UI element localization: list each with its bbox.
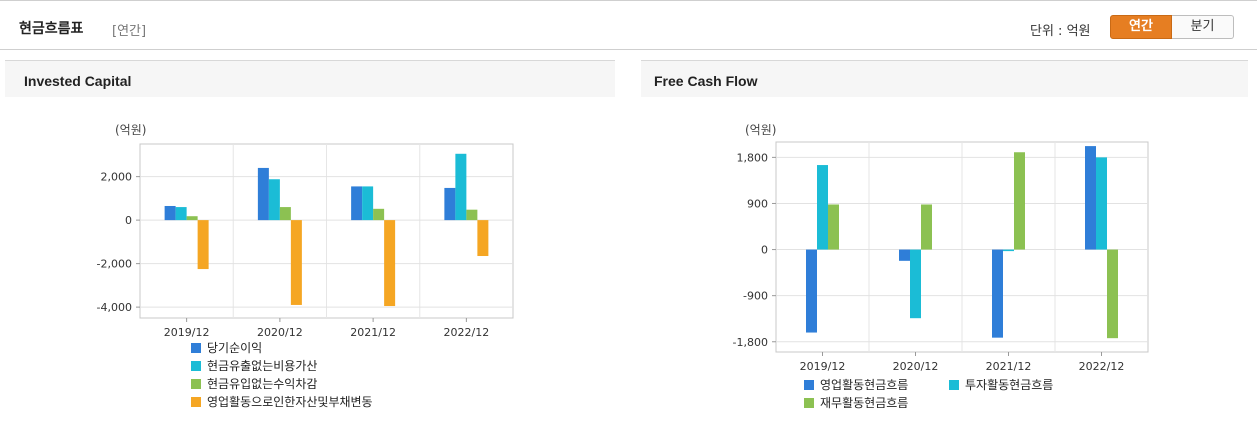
period-label: [연간] xyxy=(112,24,147,39)
y-tick-label: 1,800 xyxy=(737,151,769,164)
bar xyxy=(164,205,176,221)
bar xyxy=(362,186,374,221)
legend-label: 영업활동으로인한자산및부채변동 xyxy=(207,395,373,409)
x-tick-label: 2022/12 xyxy=(1079,360,1125,373)
bar xyxy=(817,165,828,250)
bar xyxy=(444,187,456,221)
x-tick-label: 2021/12 xyxy=(350,326,396,339)
y-tick-label: 0 xyxy=(125,214,132,227)
bar xyxy=(1014,152,1025,250)
bar xyxy=(290,220,302,305)
bar xyxy=(992,249,1003,338)
bar xyxy=(455,153,467,221)
bar xyxy=(910,249,921,319)
y-axis-unit: (억원) xyxy=(115,123,146,137)
x-tick-label: 2019/12 xyxy=(164,326,210,339)
legend-swatch xyxy=(804,398,814,408)
y-tick-label: -2,000 xyxy=(97,258,132,271)
legend-label: 영업활동현금흐름 xyxy=(820,378,908,392)
y-tick-label: -4,000 xyxy=(97,301,132,314)
invested-capital-chart: 2,000 0 -2,000 -4,000 (억원) 2019/12 2020/12 2021… xyxy=(97,123,514,409)
quarter-toggle-button[interactable]: 분기 xyxy=(1172,15,1234,39)
bar xyxy=(921,204,932,250)
free-cash-flow-panel: Free Cash Flow 1,800 900 0 -900 -1,800 (억원) 20… xyxy=(641,60,1248,427)
legend-swatch xyxy=(191,397,201,407)
legend-label: 현금유출없는비용가산 xyxy=(207,359,317,373)
x-tick-label: 2022/12 xyxy=(444,326,490,339)
legend-swatch xyxy=(949,380,959,390)
bar xyxy=(186,216,198,221)
legend-label: 재무활동현금흐름 xyxy=(820,396,908,410)
y-tick-label: 0 xyxy=(761,244,768,257)
bar xyxy=(175,207,187,221)
free-cash-flow-chart: 1,800 900 0 -900 -1,800 (억원) 2019/12 2020/12 202… xyxy=(733,123,1149,410)
bar xyxy=(279,207,291,221)
annual-toggle-button[interactable]: 연간 xyxy=(1110,15,1172,39)
bar xyxy=(373,208,385,221)
bar xyxy=(1107,249,1118,339)
legend-swatch xyxy=(191,361,201,371)
page-header: 현금흐름표 [연간] 단위 : 억원 연간 분기 xyxy=(0,0,1257,50)
y-tick-label: -1,800 xyxy=(733,336,768,349)
bar xyxy=(1096,157,1107,250)
y-tick-label: 900 xyxy=(747,197,768,210)
bar xyxy=(197,220,209,270)
bar xyxy=(1003,249,1014,252)
unit-label: 단위 : 억원 xyxy=(1030,24,1091,39)
bar xyxy=(466,209,478,221)
legend-swatch xyxy=(191,343,201,353)
legend-label: 투자활동현금흐름 xyxy=(965,378,1053,392)
y-tick-label: -900 xyxy=(743,290,768,303)
x-tick-label: 2020/12 xyxy=(893,360,939,373)
bar xyxy=(384,220,396,307)
bar xyxy=(899,249,910,261)
bar xyxy=(806,249,817,333)
legend-swatch xyxy=(191,379,201,389)
legend-swatch xyxy=(804,380,814,390)
legend-label: 당기순이익 xyxy=(207,341,262,355)
bar xyxy=(351,186,363,221)
page-title: 현금흐름표 xyxy=(19,21,84,37)
x-tick-label: 2019/12 xyxy=(800,360,846,373)
invested-capital-panel: Invested Capital 2,000 0 -2,000 -4,000 (억원) 2… xyxy=(5,60,615,427)
x-tick-label: 2020/12 xyxy=(257,326,303,339)
y-axis-unit: (억원) xyxy=(745,123,776,137)
bar xyxy=(477,220,489,257)
y-tick-label: 2,000 xyxy=(101,171,133,184)
bar xyxy=(828,204,839,250)
bar xyxy=(268,179,280,221)
bar xyxy=(1085,146,1096,250)
legend-label: 현금유입없는수익차감 xyxy=(207,377,317,391)
x-tick-label: 2021/12 xyxy=(986,360,1032,373)
bar xyxy=(257,167,269,221)
